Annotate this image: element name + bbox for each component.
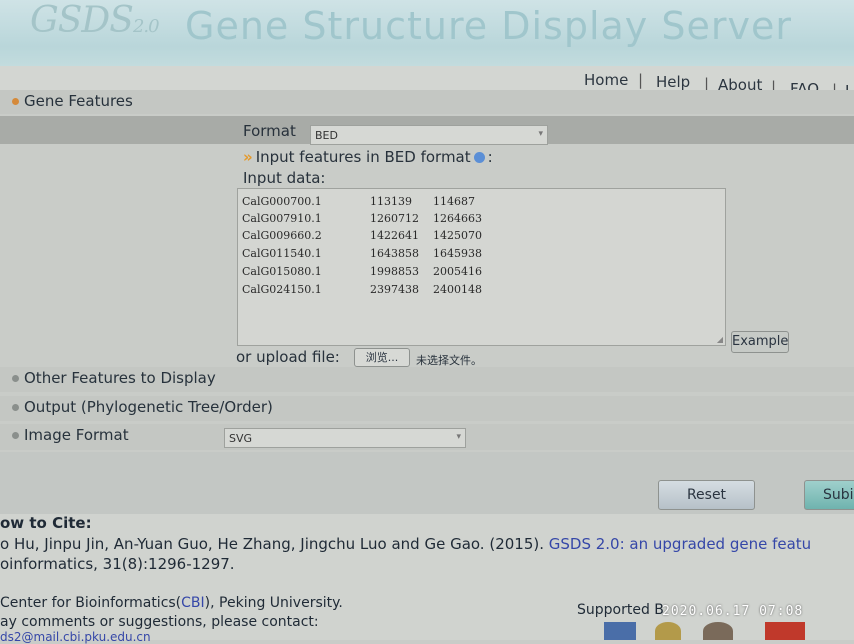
end-pos: 2400148 (433, 283, 482, 296)
info-icon[interactable] (473, 152, 485, 163)
format-select[interactable]: BED ▾ (310, 125, 548, 145)
input-hint: » Input features in BED format: (243, 148, 493, 166)
image-format-select[interactable]: SVG ▾ (224, 428, 466, 448)
section-title: Image Format (24, 426, 129, 444)
section-other-features[interactable]: Other Features to Display (0, 367, 854, 392)
start-pos: 1643858 (370, 247, 419, 260)
sponsor-logo-icon[interactable] (604, 622, 636, 640)
start-pos: 113139 (370, 195, 412, 208)
example-button[interactable]: Example (731, 331, 789, 353)
footer-center-suffix: ), Peking University. (204, 595, 343, 611)
resize-handle-icon[interactable]: ◢ (717, 335, 723, 344)
cite-authors: o Hu, Jinpu Jin, An-Yuan Guo, He Zhang, … (0, 535, 544, 553)
footer-center-prefix: Center for Bioinformatics( (0, 595, 182, 611)
end-pos: 2005416 (433, 265, 482, 278)
gene-id: CalG024150.1 (242, 283, 322, 296)
start-pos: 1998853 (370, 265, 419, 278)
start-pos: 2397438 (370, 283, 419, 296)
expand-bullet-icon (12, 98, 19, 105)
end-pos: 1645938 (433, 247, 482, 260)
gene-id: CalG011540.1 (242, 247, 322, 260)
format-label: Format (243, 122, 296, 140)
photo-timestamp: 2020.06.17 07:08 (662, 604, 804, 619)
gene-id: CalG009660.2 (242, 229, 322, 242)
contact-email-link[interactable]: ds2@mail.cbi.pku.edu.cn (0, 630, 151, 644)
cbi-link[interactable]: CBI (181, 595, 205, 611)
cite-journal: oinformatics, 31(8):1296-1297. (0, 555, 235, 573)
section-title: Output (Phylogenetic Tree/Order) (24, 398, 273, 416)
cite-heading: ow to Cite: (0, 514, 92, 532)
section-output[interactable]: Output (Phylogenetic Tree/Order) (0, 396, 854, 421)
supported-by-label: Supported B (577, 602, 664, 618)
image-format-value: SVG (229, 432, 253, 445)
site-title: Gene Structure Display Server (185, 4, 792, 48)
footer-center: Center for Bioinformatics(CBI), Peking U… (0, 595, 343, 611)
sponsor-logo-icon[interactable] (765, 622, 805, 640)
nav-home[interactable]: Home (584, 71, 628, 89)
end-pos: 1264663 (433, 212, 482, 225)
sponsor-seal-icon[interactable] (655, 622, 681, 640)
expand-bullet-icon (12, 432, 19, 439)
double-arrow-icon: » (243, 148, 253, 166)
end-pos: 1425070 (433, 229, 482, 242)
submit-button[interactable]: Subi (804, 480, 854, 510)
section-gene-features[interactable]: Gene Features (0, 90, 854, 114)
chevron-down-icon: ▾ (538, 129, 543, 139)
logo-text: GSDS (30, 0, 134, 41)
expand-bullet-icon (12, 375, 19, 382)
cite-paper-link[interactable]: GSDS 2.0: an upgraded gene featu (549, 535, 811, 553)
hint-suffix: : (487, 148, 493, 166)
upload-label: or upload file: (236, 348, 340, 366)
chevron-down-icon: ▾ (456, 432, 461, 442)
section-title: Gene Features (24, 92, 133, 110)
gene-id: CalG015080.1 (242, 265, 322, 278)
sponsor-seal-icon[interactable] (703, 622, 733, 640)
start-pos: 1422641 (370, 229, 419, 242)
nav-help[interactable]: Help (656, 73, 690, 91)
section-title: Other Features to Display (24, 369, 216, 387)
expand-bullet-icon (12, 404, 19, 411)
footer-contact: ay comments or suggestions, please conta… (0, 614, 319, 630)
gene-id: CalG007910.1 (242, 212, 322, 225)
no-file-text: 未选择文件。 (416, 354, 482, 367)
start-pos: 1260712 (370, 212, 419, 225)
gene-id: CalG000700.1 (242, 195, 322, 208)
format-select-value: BED (315, 129, 338, 142)
input-data-label: Input data: (243, 169, 326, 187)
gsds-logo[interactable]: GSDS2.0 (30, 0, 160, 41)
end-pos: 114687 (433, 195, 475, 208)
logo-version: 2.0 (132, 16, 160, 37)
reset-button[interactable]: Reset (658, 480, 755, 510)
hint-text: Input features in BED format (255, 148, 471, 166)
nav-separator: | (638, 71, 644, 89)
browse-button[interactable]: 浏览... (354, 348, 410, 367)
cite-line: o Hu, Jinpu Jin, An-Yuan Guo, He Zhang, … (0, 535, 811, 553)
input-data-textarea[interactable]: CalG000700.1 113139 114687 CalG007910.1 … (237, 188, 726, 346)
